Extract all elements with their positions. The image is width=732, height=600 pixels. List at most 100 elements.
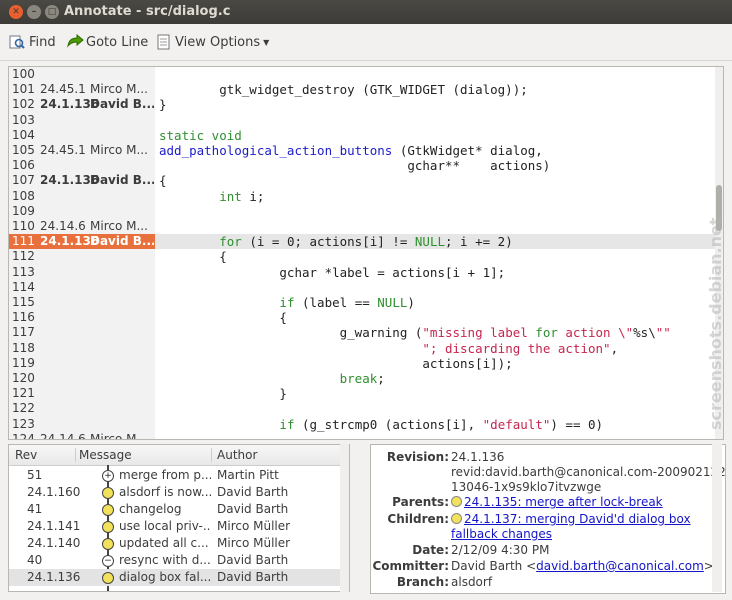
annotate-line[interactable]: 118 "; discarding the action", [9, 341, 715, 356]
line-code: actions[i]); [159, 355, 513, 371]
revision-author: David Barth [217, 502, 289, 516]
line-author: Mirco M... [90, 82, 148, 97]
annotate-line[interactable]: 107 24.1.136 David B... { [9, 173, 715, 188]
expander-icon[interactable]: − [102, 555, 114, 567]
view-options-label: View Options [175, 34, 261, 50]
annotate-line[interactable]: 111 24.1.136 David B... for (i = 0; action… [9, 234, 715, 250]
line-code: "; discarding the action", [422, 340, 619, 356]
line-number: 102 [12, 97, 35, 112]
header-message[interactable]: Message [79, 448, 132, 462]
revision-value: 24.1.136 [451, 450, 505, 464]
annotate-line[interactable]: 108 int i; [9, 189, 715, 204]
revision-row[interactable]: 24.1.136 dialog box fal... David Barth [9, 569, 349, 586]
branch-label: Branch: [396, 575, 449, 589]
annotate-line[interactable]: 102 24.1.136 David B...} [9, 97, 715, 112]
header-rev[interactable]: Rev [15, 448, 37, 462]
annotate-line[interactable]: 103 [9, 113, 715, 128]
line-number: 120 [12, 371, 35, 385]
line-code: } [159, 386, 287, 402]
revision-message: alsdorf is now... [119, 485, 211, 499]
annotate-line[interactable]: 112 { [9, 249, 715, 264]
revision-id: 24.1.160 [27, 485, 81, 499]
minimize-button[interactable]: – [27, 5, 41, 19]
annotate-line[interactable]: 116 { [9, 310, 715, 325]
revision-row[interactable]: 24.1.160 alsdorf is now... David Barth [9, 484, 349, 501]
annotate-line[interactable]: 101 24.45.1 Mirco M... gtk_widget_destroy … [9, 82, 715, 97]
line-code: } [159, 97, 167, 113]
line-number: 117 [12, 325, 35, 340]
line-number: 108 [12, 188, 35, 203]
revision-node-icon [102, 538, 114, 550]
goto-line-button[interactable]: Goto Line [66, 33, 148, 51]
line-code: gchar *label = actions[i + 1]; [159, 264, 506, 280]
annotate-line[interactable]: 117 g_warning ("missing label for action… [9, 325, 715, 340]
revision-author: Martin Pitt [217, 468, 279, 482]
revision-node-icon [102, 504, 114, 516]
children-label: Children: [387, 512, 449, 526]
revision-row[interactable]: 51 merge from p... Martin Pitt [9, 467, 349, 484]
annotate-line[interactable]: 121 } [9, 386, 715, 401]
line-revision: 24.45.1 [40, 143, 86, 157]
annotate-line[interactable]: 104 static void [9, 128, 715, 143]
revision-row[interactable]: 24.1.140 updated all c... Mirco Müller [9, 535, 349, 552]
annotate-line[interactable]: 113 gchar *label = actions[i + 1]; [9, 265, 715, 280]
document-icon [155, 34, 171, 50]
line-number: 122 [12, 401, 35, 416]
expander-icon[interactable]: + [102, 470, 114, 482]
annotate-line[interactable]: 115 if (label == NULL) [9, 295, 715, 310]
line-number: 116 [12, 310, 35, 325]
annotate-view[interactable]: 100 101 24.45.1 Mirco M... gtk_widget_destr… [8, 66, 724, 440]
line-number: 101 [12, 82, 35, 97]
view-options-button[interactable]: View Options ▼ [155, 33, 269, 51]
close-button[interactable]: ✕ [9, 5, 23, 19]
revision-node-icon [102, 521, 114, 533]
header-author[interactable]: Author [217, 448, 257, 462]
annotate-line[interactable]: 106 gchar** actions) [9, 158, 715, 173]
annotate-line[interactable]: 109 [9, 204, 715, 219]
line-code: int i; [219, 188, 265, 204]
annotate-line[interactable]: 124 24.14.6 Mirco M... [9, 431, 715, 440]
annotate-line[interactable]: 114 [9, 280, 715, 295]
branch-value: alsdorf [451, 575, 493, 589]
line-code: if (label == NULL) [279, 295, 415, 310]
annotate-line[interactable]: 123 if (g_strcmp0 (actions[i], "default"… [9, 417, 715, 432]
committer-email-link[interactable]: david.barth@canonical.com [536, 559, 704, 573]
line-code: gtk_widget_destroy (GTK_WIDGET (dialog))… [159, 82, 528, 98]
annotate-line[interactable]: 122 [9, 401, 715, 416]
revision-list-header: Rev Message Author [9, 445, 349, 466]
line-number: 104 [12, 127, 35, 142]
revision-id: 40 [27, 553, 43, 567]
revision-message: use local priv-... [119, 519, 211, 533]
annotate-line[interactable]: 119 actions[i]); [9, 356, 715, 371]
find-label: Find [29, 34, 56, 50]
line-number: 107 [12, 173, 35, 188]
line-revision: 24.14.6 [40, 219, 86, 233]
line-revision: 24.1.136 [40, 234, 100, 249]
annotate-line[interactable]: 120 break; [9, 371, 715, 386]
revision-row[interactable]: 40 resync with d... David Barth [9, 552, 349, 569]
revision-message: changelog [119, 502, 182, 516]
revision-row[interactable]: 24.1.141 use local priv-... Mirco Müller [9, 518, 349, 535]
annotate-line[interactable]: 110 24.14.6 Mirco M... [9, 219, 715, 234]
annotate-line[interactable]: 105 24.45.1 Mirco M... add_pathological_act… [9, 143, 715, 158]
find-button[interactable]: Find [9, 33, 56, 51]
details-scrollbar[interactable] [712, 444, 722, 592]
child-link-cont[interactable]: fallback changes [451, 527, 552, 541]
maximize-button[interactable]: □ [45, 5, 59, 19]
line-author: Mirco M... [90, 219, 148, 233]
annotate-line[interactable]: 100 [9, 67, 715, 82]
revision-list[interactable]: Rev Message Author 51 merge from p... Mart… [8, 444, 350, 592]
line-number: 124 [12, 431, 35, 440]
revision-row[interactable]: 41 changelog David Barth [9, 501, 349, 518]
child-link[interactable]: 24.1.137: merging David'd dialog box [464, 512, 691, 526]
revision-id: 24.1.136 [27, 570, 81, 584]
revision-author: David Barth [217, 485, 289, 499]
revision-list-scrollbar[interactable] [340, 444, 349, 592]
line-revision: 24.45.1 [40, 82, 86, 97]
revision-message: dialog box fal... [119, 570, 211, 584]
date-label: Date: [412, 543, 449, 557]
child-node-icon [451, 513, 462, 524]
line-code: if (g_strcmp0 (actions[i], "default") ==… [279, 416, 604, 432]
line-author: David B... [90, 234, 154, 249]
parent-link[interactable]: 24.1.135: merge after lock-break [464, 495, 663, 509]
